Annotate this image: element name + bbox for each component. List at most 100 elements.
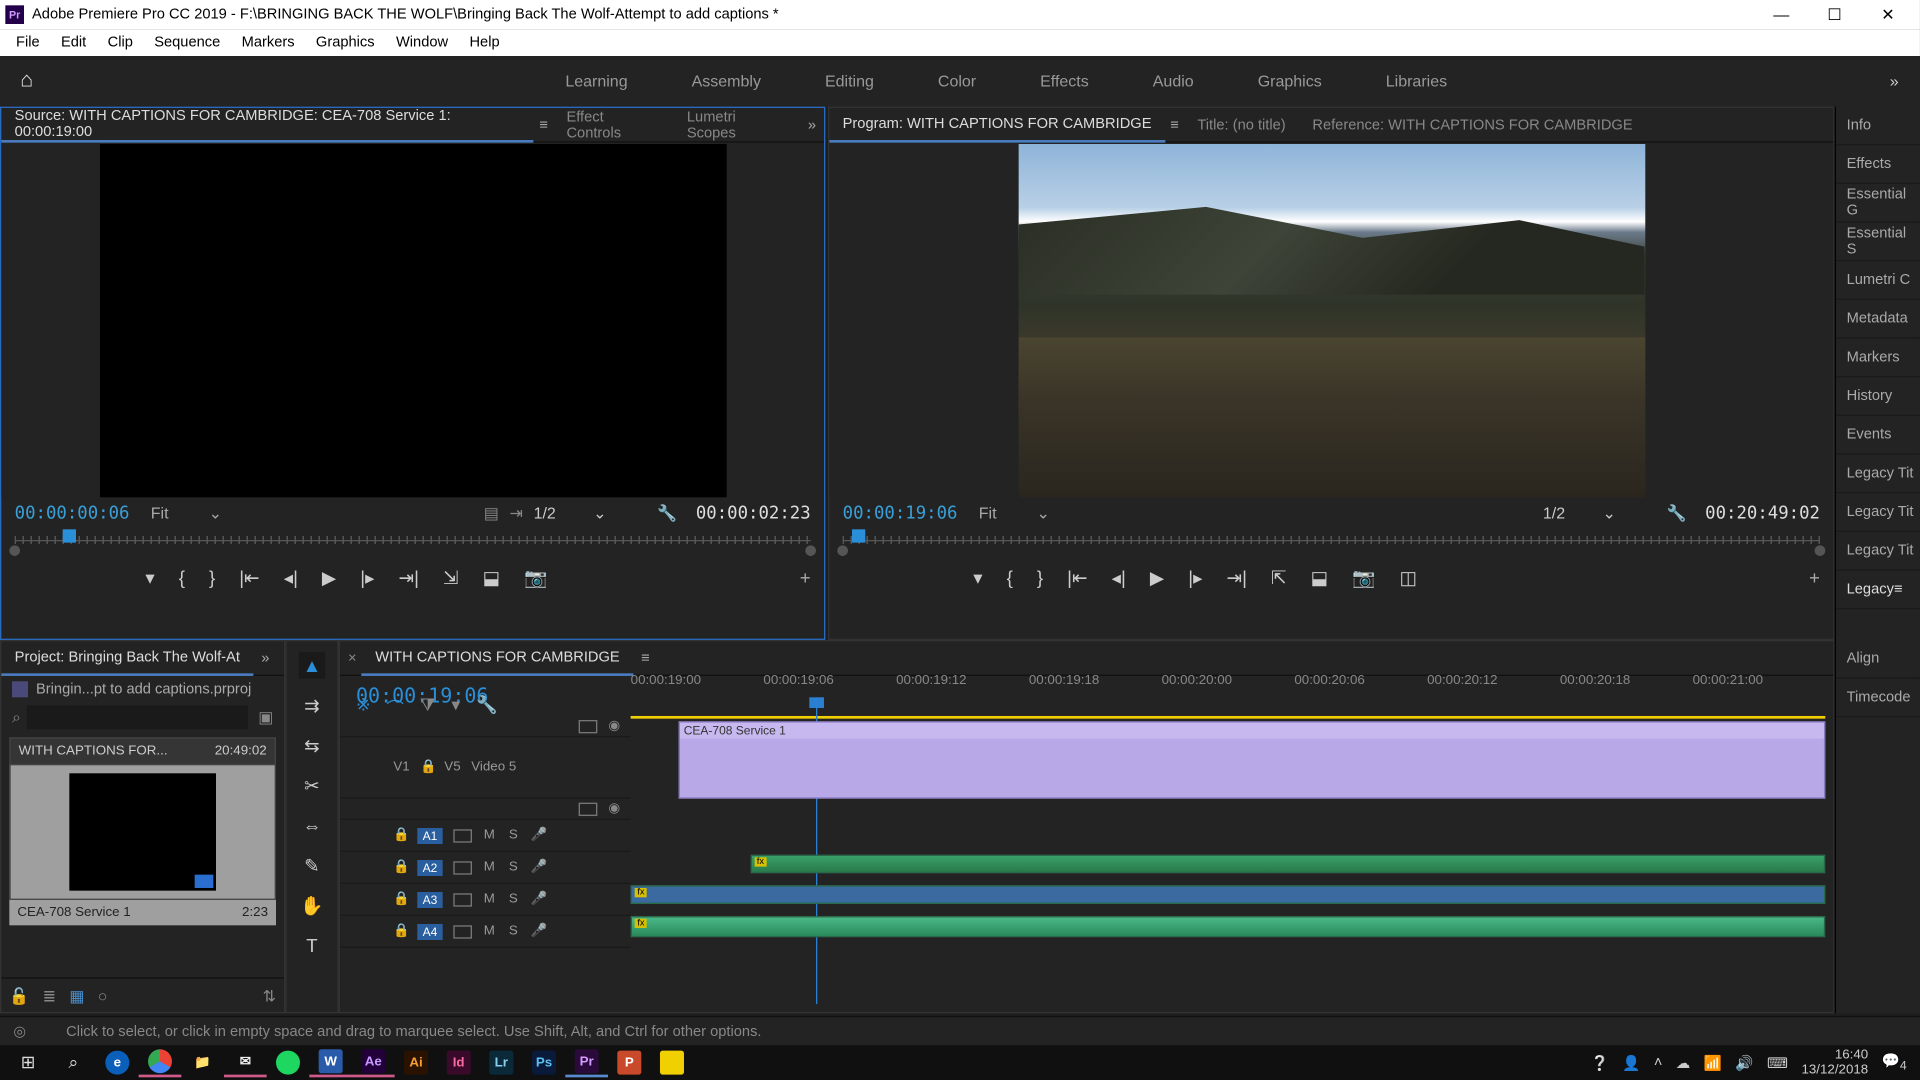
sequence-tab[interactable]: WITH CAPTIONS FOR CAMBRIDGE xyxy=(362,641,633,676)
tray-lang-icon[interactable]: ⌨ xyxy=(1767,1054,1788,1071)
goto-out-icon[interactable]: ⇥| xyxy=(1227,566,1247,589)
menu-graphics[interactable]: Graphics xyxy=(305,32,385,53)
toggle-sync-lock-icon[interactable] xyxy=(579,719,598,732)
program-scrub-bar[interactable] xyxy=(843,529,1820,556)
tab-title[interactable]: Title: (no title) xyxy=(1184,107,1299,142)
menu-markers[interactable]: Markers xyxy=(231,32,305,53)
extract-icon[interactable]: ⬓ xyxy=(1311,566,1329,589)
cc-icon[interactable]: ◎ xyxy=(13,1023,26,1040)
audio-track-a1[interactable]: 🔒A1MS🎤 xyxy=(340,820,631,852)
workspace-graphics[interactable]: Graphics xyxy=(1226,56,1354,107)
program-timecode-in[interactable]: 00:00:19:06 xyxy=(843,503,958,523)
clip-thumbnail[interactable] xyxy=(69,773,216,890)
play-icon[interactable]: ▶ xyxy=(1150,566,1164,589)
taskbar-word[interactable]: W xyxy=(309,1048,352,1077)
rp-essential-graphics[interactable]: Essential G xyxy=(1836,184,1920,223)
source-playhead-icon[interactable] xyxy=(62,529,75,542)
rp-legacy[interactable]: Legacy ≡ xyxy=(1836,571,1920,610)
export-frame-icon[interactable]: 📷 xyxy=(1352,566,1375,589)
razor-tool-icon[interactable]: ✂ xyxy=(299,772,326,799)
taskbar-edge[interactable]: e xyxy=(96,1048,139,1077)
type-tool-icon[interactable]: T xyxy=(299,932,326,959)
tray-help-icon[interactable]: ❔ xyxy=(1591,1054,1609,1071)
button-editor-icon[interactable]: + xyxy=(800,567,824,588)
lock-icon[interactable]: 🔒 xyxy=(420,760,433,775)
taskbar-powerpoint[interactable]: P xyxy=(608,1048,651,1077)
taskbar-indesign[interactable]: Id xyxy=(437,1048,480,1077)
mark-in-icon[interactable]: { xyxy=(1007,567,1013,588)
taskbar-lightroom[interactable]: Lr xyxy=(480,1048,523,1077)
toggle-track-output-icon[interactable]: ◉ xyxy=(608,801,620,816)
audio-clip-a1[interactable]: fx xyxy=(750,855,1825,874)
timeline-content[interactable]: CEA-708 Service 1 fx fx fx xyxy=(631,716,1826,1004)
rp-essential-sound[interactable]: Essential S xyxy=(1836,223,1920,262)
taskbar-stickynotes[interactable] xyxy=(651,1048,694,1077)
toggle-sync-lock-icon[interactable] xyxy=(579,802,598,815)
step-fwd-icon[interactable]: |▸ xyxy=(360,566,374,589)
taskbar-photoshop[interactable]: Ps xyxy=(523,1048,566,1077)
program-resolution-select[interactable]: 1/2⌄ xyxy=(1543,504,1616,523)
project-search-input[interactable] xyxy=(26,705,247,729)
overwrite-icon[interactable]: ⬓ xyxy=(483,566,501,589)
write-lock-icon[interactable]: 🔓 xyxy=(9,986,29,1005)
insert-icon[interactable]: ⇲ xyxy=(443,566,459,589)
program-viewer[interactable] xyxy=(829,143,1833,498)
project-tab[interactable]: Project: Bringing Back The Wolf-At xyxy=(1,641,253,676)
tabs-overflow-icon[interactable]: » xyxy=(253,650,277,666)
ripple-edit-tool-icon[interactable]: ⇆ xyxy=(299,732,326,759)
goto-in-icon[interactable]: |⇤ xyxy=(239,566,259,589)
workspace-overflow-icon[interactable]: » xyxy=(1868,72,1920,91)
source-viewer[interactable] xyxy=(1,143,824,498)
program-zoom-select[interactable]: Fit⌄ xyxy=(979,504,1050,523)
menu-help[interactable]: Help xyxy=(459,32,510,53)
rp-markers[interactable]: Markers xyxy=(1836,339,1920,378)
audio-clip-a2[interactable]: fx xyxy=(631,885,1826,904)
show-ruler-icon[interactable]: ⇥ xyxy=(510,504,523,523)
menu-file[interactable]: File xyxy=(5,32,50,53)
source-patch-v1[interactable]: V1 xyxy=(393,760,409,775)
rp-legacy-title-2[interactable]: Legacy Tit xyxy=(1836,493,1920,532)
hand-tool-icon[interactable]: ✋ xyxy=(299,892,326,919)
menu-window[interactable]: Window xyxy=(385,32,458,53)
play-icon[interactable]: ▶ xyxy=(322,566,336,589)
pen-tool-icon[interactable]: ✎ xyxy=(299,852,326,879)
taskbar-explorer[interactable]: 📁 xyxy=(181,1048,224,1077)
program-tab[interactable]: Program: WITH CAPTIONS FOR CAMBRIDGE xyxy=(829,107,1165,142)
caption-clip[interactable]: CEA-708 Service 1 xyxy=(678,721,1825,798)
mark-out-icon[interactable]: } xyxy=(1037,567,1043,588)
mark-out-icon[interactable]: } xyxy=(209,567,215,588)
tab-lumetri-scopes[interactable]: Lumetri Scopes xyxy=(674,107,800,142)
panel-menu-icon[interactable]: ≡ xyxy=(1165,117,1184,133)
tray-onedrive-icon[interactable]: ☁ xyxy=(1676,1054,1691,1071)
program-playhead-icon[interactable] xyxy=(852,529,865,542)
source-tab[interactable]: Source: WITH CAPTIONS FOR CAMBRIDGE: CEA… xyxy=(1,107,534,142)
task-view-button[interactable]: ⌕ xyxy=(51,1048,96,1077)
project-bin[interactable] xyxy=(9,764,276,900)
list-view-icon[interactable]: ≣ xyxy=(43,986,56,1005)
clip-label-row[interactable]: CEA-708 Service 12:23 xyxy=(9,900,276,925)
workspace-color[interactable]: Color xyxy=(906,56,1008,107)
rp-history[interactable]: History xyxy=(1836,377,1920,416)
tab-reference[interactable]: Reference: WITH CAPTIONS FOR CAMBRIDGE xyxy=(1299,107,1646,142)
caption-display-icon[interactable]: ▤ xyxy=(484,504,499,523)
tray-clock[interactable]: 16:4013/12/2018 xyxy=(1801,1048,1868,1077)
tray-up-icon[interactable]: ˄ xyxy=(1654,1055,1663,1071)
tab-effect-controls[interactable]: Effect Controls xyxy=(553,107,673,142)
rp-events[interactable]: Events xyxy=(1836,416,1920,455)
rp-effects[interactable]: Effects xyxy=(1836,145,1920,184)
audio-track-a3[interactable]: 🔒A3MS🎤 xyxy=(340,884,631,916)
rp-info[interactable]: Info xyxy=(1836,107,1920,146)
marker-icon[interactable]: ▾ xyxy=(145,566,154,589)
workspace-learning[interactable]: Learning xyxy=(533,56,659,107)
tray-notifications-icon[interactable]: 💬4 xyxy=(1882,1053,1907,1073)
step-back-icon[interactable]: ◂| xyxy=(284,566,298,589)
target-v5[interactable]: V5 xyxy=(444,760,460,775)
source-timecode-in[interactable]: 00:00:00:06 xyxy=(15,503,130,523)
rp-metadata[interactable]: Metadata xyxy=(1836,300,1920,339)
audio-track-a2[interactable]: 🔒A2MS🎤 xyxy=(340,852,631,884)
rp-legacy-title-1[interactable]: Legacy Tit xyxy=(1836,455,1920,494)
new-bin-icon[interactable]: ▣ xyxy=(258,708,273,727)
lift-icon[interactable]: ⇱ xyxy=(1271,566,1287,589)
workspace-assembly[interactable]: Assembly xyxy=(660,56,793,107)
slip-tool-icon[interactable]: ⇔ xyxy=(299,812,326,839)
